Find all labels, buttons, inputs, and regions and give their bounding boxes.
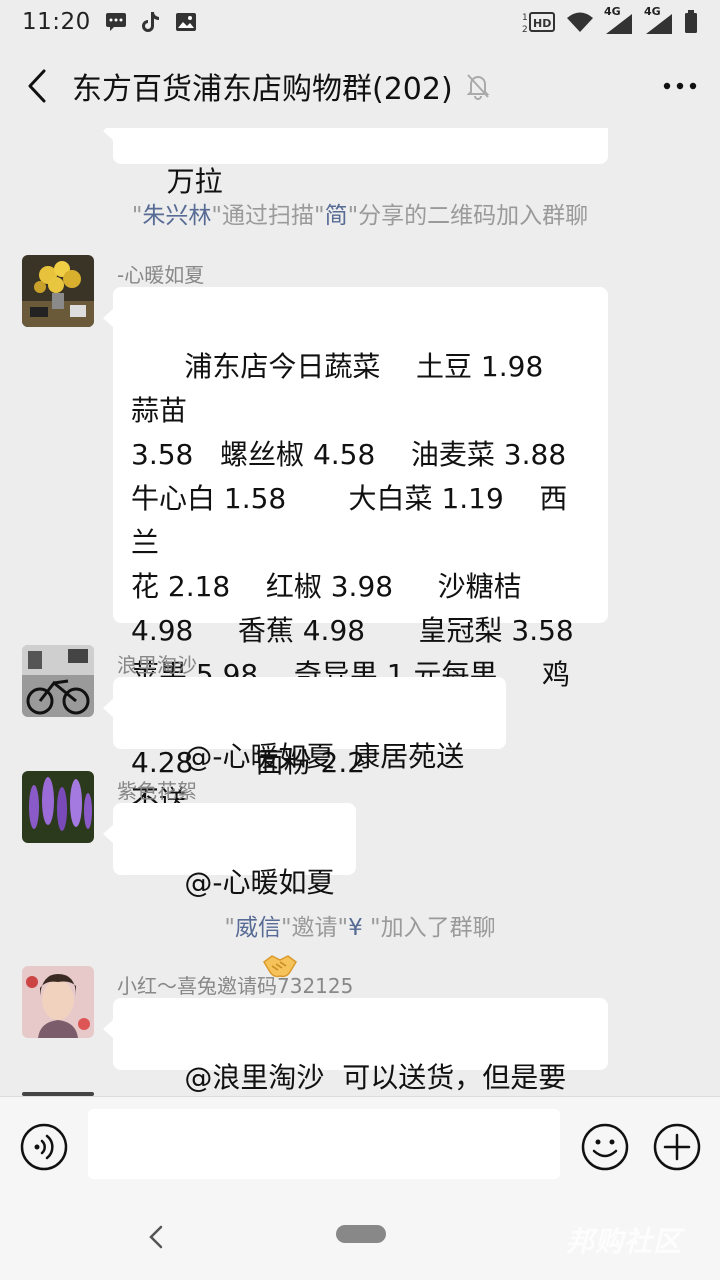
avatar[interactable]: [22, 966, 94, 1038]
sender-name: 紫色花絮: [117, 779, 197, 803]
message-notification-icon: [105, 12, 127, 32]
mute-bell-icon: [465, 72, 491, 100]
network-label-1: 4G: [604, 5, 621, 18]
svg-text:HD: HD: [533, 17, 551, 30]
more-functions-button[interactable]: [653, 1123, 701, 1171]
watermark-logo: 邦购社区: [566, 1225, 683, 1258]
chat-header: 东方百货浦东店购物群(202): [0, 44, 720, 128]
status-bar: 11:20 1 2 HD 4G 4G: [0, 0, 720, 44]
nav-home-pill[interactable]: [336, 1225, 386, 1243]
system-name-link[interactable]: ¥: [348, 915, 363, 941]
system-message-invite: "威信"邀请"¥ "加入了群聊: [224, 915, 496, 941]
sender-name: 小红～喜兔邀请码732125: [117, 974, 354, 998]
message-input[interactable]: [88, 1109, 560, 1179]
tiktok-notification-icon: [141, 11, 161, 33]
message-text-partial: 万拉: [166, 165, 223, 198]
message-text: @浪里淘沙 可以送货，但是要晚点: [184, 1061, 567, 1094]
system-name-link[interactable]: 简: [325, 203, 348, 229]
voice-icon: [20, 1123, 68, 1171]
gallery-notification-icon: [175, 12, 197, 32]
emoji-button[interactable]: [581, 1123, 629, 1171]
avatar[interactable]: [22, 255, 94, 327]
system-name-link[interactable]: 威信: [235, 915, 281, 941]
message-bubble-partial[interactable]: 万拉: [103, 128, 608, 198]
back-button[interactable]: [2, 44, 72, 128]
hd-call-icon: 1 2 HD: [522, 10, 556, 34]
chat-title: 东方百货浦东店购物群(202): [72, 72, 453, 107]
system-name-link[interactable]: 朱兴林: [142, 203, 211, 229]
wifi-icon: [566, 11, 594, 33]
voice-input-button[interactable]: [20, 1123, 68, 1171]
back-arrow-icon: [28, 69, 46, 103]
sender-name: 浪里淘沙: [117, 653, 197, 677]
signal-4g-icon-2: 4G: [644, 5, 674, 35]
avatar[interactable]: [22, 645, 94, 717]
message-bubble[interactable]: @-心暖如夏: [103, 803, 356, 978]
message-bubble[interactable]: 浦东店今日蔬菜 土豆 1.98 蒜苗 3.58 螺丝椒 4.58 油麦菜 3.8…: [103, 287, 608, 779]
more-dots-icon: [663, 82, 697, 90]
message-text: @-心暖如夏: [184, 866, 344, 899]
message-bubble[interactable]: @-心暖如夏 康居苑送不送: [103, 677, 506, 817]
avatar[interactable]: [22, 771, 94, 843]
svg-text:2: 2: [522, 25, 528, 34]
network-label-2: 4G: [644, 5, 661, 18]
system-message-join: "朱兴林"通过扫描"简"分享的二维码加入群聊: [131, 203, 589, 229]
input-bar: [0, 1096, 720, 1196]
sender-name: -心暖如夏: [117, 263, 205, 287]
nav-back-button[interactable]: [143, 1222, 169, 1252]
svg-text:1: 1: [522, 13, 528, 23]
chat-messages[interactable]: 万拉 "朱兴林"通过扫描"简"分享的二维码加入群聊 -心暖如夏 浦东店今日蔬菜 …: [0, 128, 720, 1096]
battery-icon: [684, 10, 698, 34]
signal-4g-icon: 4G: [604, 5, 634, 35]
system-navigation-bar: 邦购社区: [0, 1196, 720, 1280]
plus-icon: [653, 1123, 701, 1171]
status-time: 11:20: [22, 9, 91, 35]
more-options-button[interactable]: [640, 44, 720, 128]
smile-icon: [581, 1123, 629, 1171]
nav-back-icon: [149, 1225, 163, 1249]
message-bubble[interactable]: @浪里淘沙 可以送货，但是要晚点: [103, 998, 608, 1094]
